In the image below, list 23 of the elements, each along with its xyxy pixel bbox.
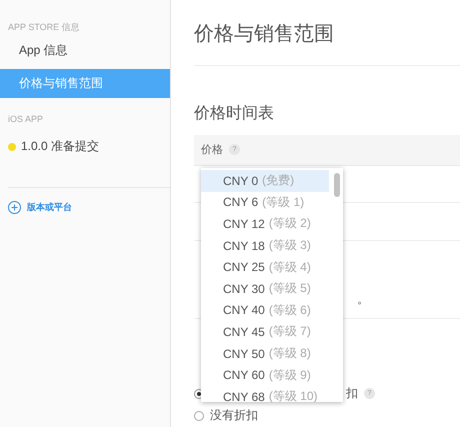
price-option[interactable]: CNY 30 (等级 5) bbox=[201, 278, 329, 300]
section-heading: APP STORE 信息 bbox=[7, 21, 81, 34]
price-option[interactable]: CNY 12 (等级 2) bbox=[201, 213, 329, 235]
version-item[interactable]: 1.0.0 准备提交 bbox=[0, 132, 170, 161]
price-option[interactable]: CNY 50 (等级 8) bbox=[201, 342, 329, 364]
price-option[interactable]: CNY 45 (等级 7) bbox=[201, 321, 329, 343]
price-option[interactable]: CNY 40 (等级 6) bbox=[201, 300, 329, 322]
scrollbar-thumb[interactable] bbox=[334, 173, 340, 197]
radio-label: 扣 bbox=[346, 385, 358, 402]
sidebar-item[interactable]: App 信息 bbox=[0, 36, 170, 65]
price-option[interactable]: CNY 0 (免费) bbox=[201, 170, 329, 192]
radio-label: 没有折扣 bbox=[210, 407, 258, 424]
plus-icon bbox=[8, 201, 21, 214]
price-option[interactable]: CNY 18 (等级 3) bbox=[201, 234, 329, 256]
radio-button[interactable] bbox=[194, 410, 204, 421]
section-heading: iOS APP bbox=[7, 113, 44, 126]
description-text: 。 bbox=[357, 291, 369, 308]
price-option[interactable]: CNY 6 (等级 1) bbox=[201, 192, 329, 214]
section-heading: 价格时间表 bbox=[194, 104, 275, 124]
page-title: 价格与销售范围 bbox=[194, 22, 335, 47]
column-label: 价格 bbox=[201, 143, 223, 158]
price-option[interactable]: CNY 60 (等级 9) bbox=[201, 364, 329, 386]
price-option[interactable]: CNY 25 (等级 4) bbox=[201, 256, 329, 278]
